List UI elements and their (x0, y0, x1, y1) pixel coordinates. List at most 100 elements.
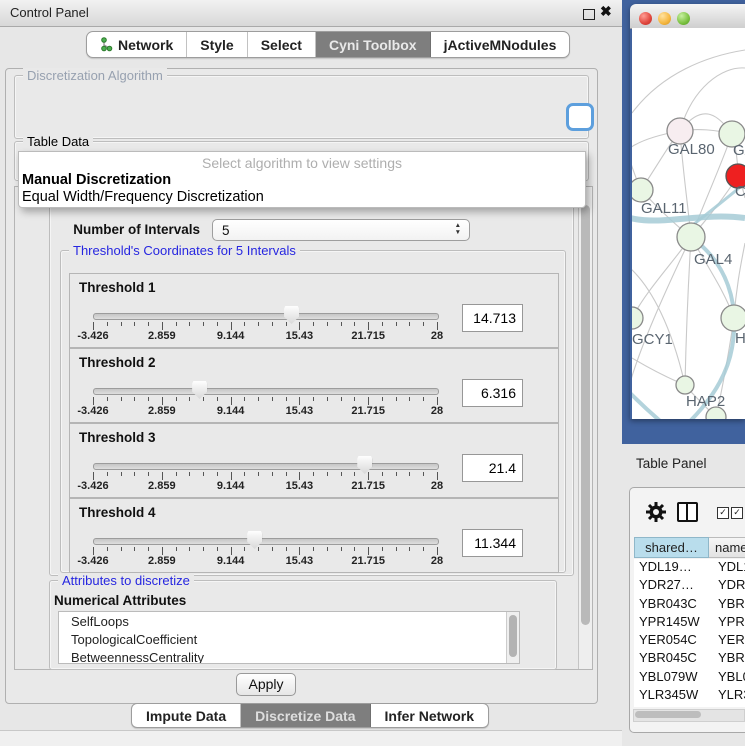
algorithm-dropdown-popup: Select algorithm to view settings Manual… (18, 151, 586, 208)
table-row[interactable]: YBR043CYBR0 (634, 596, 745, 614)
slider-track[interactable] (93, 463, 439, 470)
minimize-traffic-light-icon[interactable] (658, 12, 671, 25)
float-window-icon[interactable] (583, 9, 595, 20)
table-panel-titlebar: Table Panel (622, 444, 745, 482)
network-node (677, 223, 705, 251)
scrollbar-thumb[interactable] (635, 711, 701, 718)
attribute-item[interactable]: BetweennessCentrality (59, 648, 519, 664)
table-row[interactable]: YIL052CYIL0 (634, 705, 745, 707)
tab-network[interactable]: Network (87, 32, 187, 57)
threshold-panel-1: Threshold 1 -3.4262.8599.14415.4321.71528… (69, 273, 559, 348)
threshold-panel-4: Threshold 4 -3.4262.8599.14415.4321.71528… (69, 498, 559, 573)
number-of-intervals-label: Number of Intervals (65, 222, 200, 237)
cell-shared-name: YPR145W (634, 614, 712, 632)
tab-select[interactable]: Select (248, 32, 316, 57)
network-window: GAL80GACGAL11GAL4GCY1HHAP2 (630, 4, 745, 419)
slider-scale: -3.4262.8599.14415.4321.71528 (93, 555, 437, 567)
attribute-item[interactable]: SelfLoops (59, 612, 519, 630)
interval-definition-group: Interval Definition Number of Intervals … (49, 194, 574, 576)
tick-label: 2.859 (148, 330, 176, 342)
numerical-attributes-list[interactable]: SelfLoopsTopologicalCoefficientBetweenne… (58, 611, 520, 664)
column-header-name[interactable]: name (709, 537, 745, 558)
network-node-label: GCY1 (632, 331, 673, 348)
table-header-row: shared… name (634, 537, 745, 558)
table-row[interactable]: YDR27…YDR2 (634, 577, 745, 595)
threshold-value-field[interactable]: 6.316 (462, 379, 523, 407)
slider-track[interactable] (93, 388, 439, 395)
slider-track[interactable] (93, 538, 439, 545)
thresholds-group: Threshold's Coordinates for 5 Intervals … (60, 250, 566, 573)
threshold-label: Threshold 4 (79, 505, 156, 520)
threshold-value-field[interactable]: 11.344 (462, 529, 523, 557)
cell-name: YDR2 (712, 577, 745, 595)
scrollbar-thumb[interactable] (509, 615, 517, 657)
cell-shared-name: YIL052C (634, 705, 712, 707)
tab-infer-network[interactable]: Infer Network (371, 704, 488, 727)
control-panel-titlebar: Control Panel ✖ (0, 0, 622, 27)
network-node (632, 178, 653, 202)
group-title: Discretization Algorithm (23, 68, 167, 83)
spinner-arrows-icon: ▲▼ (455, 222, 461, 236)
dropdown-option-equal-width[interactable]: Equal Width/Frequency Discretization (22, 189, 264, 205)
threshold-value-field[interactable]: 14.713 (462, 304, 523, 332)
spinner-value: 5 (222, 223, 230, 238)
table-row[interactable]: YBR045CYBR0 (634, 650, 745, 668)
tab-impute-data[interactable]: Impute Data (132, 704, 241, 727)
dropdown-option-manual[interactable]: Manual Discretization (22, 172, 171, 188)
slider-scale: -3.4262.8599.14415.4321.71528 (93, 330, 437, 342)
checkbox-icon[interactable]: ✓ (731, 507, 743, 519)
tab-discretize-data[interactable]: Discretize Data (241, 704, 370, 727)
bottom-tab-bar: Impute DataDiscretize DataInfer Network (131, 703, 489, 728)
cyni-toolbox-page: Discretization Algorithm Table Data galF… (5, 68, 598, 704)
attributes-scrollbar[interactable] (506, 612, 519, 663)
panel-title: Control Panel (10, 5, 89, 20)
zoom-traffic-light-icon[interactable] (677, 12, 690, 25)
threshold-label: Threshold 1 (79, 280, 156, 295)
settings-scrollbar[interactable] (578, 187, 592, 669)
cell-name: YIL0 (712, 705, 745, 707)
network-node-label: H (735, 330, 745, 347)
table-row[interactable]: YLR345WYLR3 (634, 687, 745, 705)
network-window-titlebar[interactable] (630, 4, 745, 29)
slider-track[interactable] (93, 313, 439, 320)
close-traffic-light-icon[interactable] (639, 12, 652, 25)
network-node-label: GAL4 (694, 251, 732, 268)
table-row[interactable]: YER054CYER0 (634, 632, 745, 650)
table-panel-title: Table Panel (636, 456, 707, 471)
network-node-label: GAL80 (668, 141, 715, 158)
apply-button[interactable]: Apply (236, 673, 296, 696)
gear-icon[interactable] (645, 501, 667, 523)
cell-shared-name: YDR27… (634, 577, 712, 595)
tick-label: 9.144 (217, 555, 245, 567)
network-canvas[interactable]: GAL80GACGAL11GAL4GCY1HHAP2 (632, 28, 745, 419)
column-header-shared-name[interactable]: shared… (634, 537, 709, 558)
close-icon[interactable]: ✖ (600, 3, 612, 20)
table-panel: ✓ ✓ shared… name YDL19…YDL1YDR27…YDR2YBR… (629, 487, 745, 733)
attribute-item[interactable]: TopologicalCoefficient (59, 630, 519, 648)
scrollbar-thumb[interactable] (581, 205, 590, 625)
threshold-value-field[interactable]: 21.4 (462, 454, 523, 482)
tick-label: 21.715 (351, 330, 385, 342)
tick-label: 15.43 (286, 405, 314, 417)
group-title: Threshold's Coordinates for 5 Intervals (69, 243, 300, 258)
cell-name: YBL0 (712, 669, 745, 687)
numerical-attributes-label: Numerical Attributes (54, 593, 186, 608)
threshold-label: Threshold 3 (79, 430, 156, 445)
table-horizontal-scrollbar[interactable] (633, 709, 745, 722)
tick-label: -3.426 (77, 330, 108, 342)
columns-icon[interactable] (677, 502, 698, 522)
cell-name: YDL1 (712, 559, 745, 577)
table-row[interactable]: YPR145WYPR1 (634, 614, 745, 632)
table-row[interactable]: YDL19…YDL1 (634, 559, 745, 577)
tab-jactivemnodules[interactable]: jActiveMNodules (431, 32, 570, 57)
network-tree-icon (100, 37, 113, 52)
checkbox-icon[interactable]: ✓ (717, 507, 729, 519)
table-row[interactable]: YBL079WYBL0 (634, 669, 745, 687)
tab-style[interactable]: Style (187, 32, 247, 57)
cell-shared-name: YDL19… (634, 559, 712, 577)
number-of-intervals-spinner[interactable]: 5 ▲▼ (212, 219, 470, 241)
tab-label: Style (200, 37, 233, 53)
algorithm-combo-focus-ring[interactable] (566, 103, 594, 131)
tab-cyni-toolbox[interactable]: Cyni Toolbox (316, 32, 431, 57)
network-node (632, 307, 643, 329)
